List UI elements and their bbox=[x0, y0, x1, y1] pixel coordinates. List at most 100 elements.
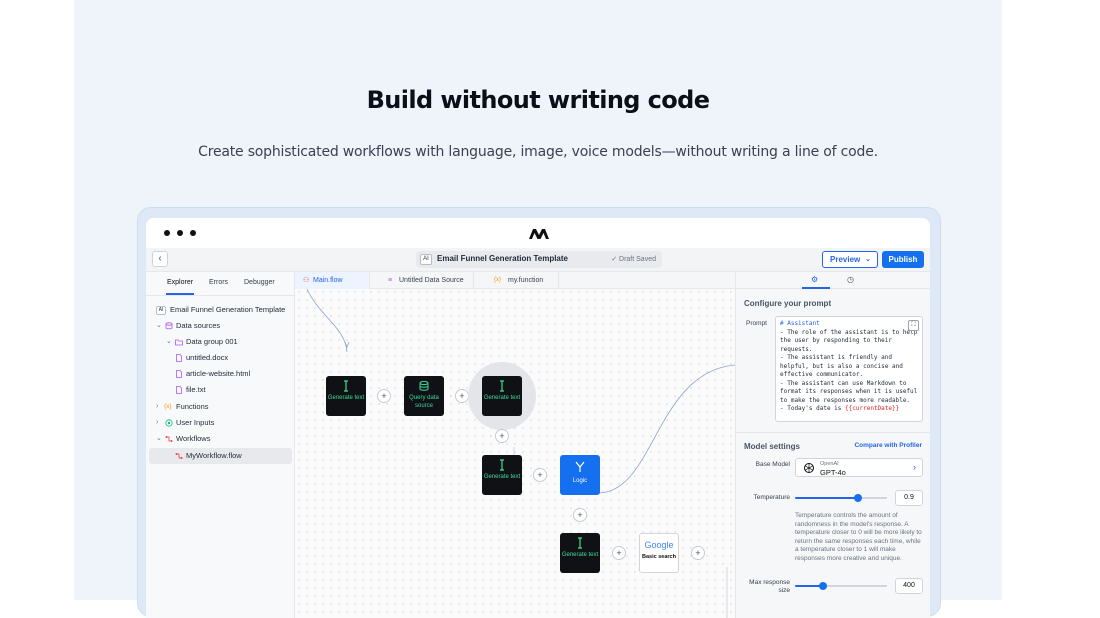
chevron-right-icon[interactable]: › bbox=[156, 415, 158, 431]
tree-item-workflows[interactable]: ⌄ Workflows bbox=[146, 431, 295, 447]
tree-item-data-sources[interactable]: ⌄ Data sources bbox=[146, 318, 295, 334]
tree-item-label: Functions bbox=[176, 402, 209, 411]
sidebar-tabs: Explorer Errors Debugger bbox=[146, 272, 295, 296]
document-icon bbox=[176, 354, 182, 362]
temperature-label: Temperature bbox=[753, 494, 791, 501]
tab-explorer[interactable]: Explorer bbox=[167, 279, 193, 286]
node-generate-text[interactable]: Generate text bbox=[560, 533, 600, 573]
tree-item-file[interactable]: untitled.docx bbox=[146, 350, 295, 366]
base-model-label: Base Model bbox=[755, 461, 790, 468]
document-icon bbox=[176, 386, 182, 394]
clock-icon[interactable]: ◷ bbox=[847, 275, 854, 284]
node-generate-text[interactable]: Generate text bbox=[326, 376, 366, 416]
document-title-pill[interactable]: AI Email Funnel Generation Template ✓ Dr… bbox=[416, 251, 662, 268]
tree-item-my-workflow[interactable]: MyWorkflow.flow bbox=[149, 448, 292, 464]
add-node-button[interactable]: + bbox=[573, 508, 587, 522]
app-window: ‹ AI Email Funnel Generation Template ✓ … bbox=[146, 218, 930, 618]
node-query-data-source[interactable]: Query data source bbox=[404, 376, 444, 416]
node-label: Generate text bbox=[327, 395, 365, 401]
window-dot-icon[interactable] bbox=[164, 230, 170, 236]
tree-item-label: User Inputs bbox=[176, 418, 215, 427]
tree-item-label: untitled.docx bbox=[186, 353, 229, 362]
node-google-search[interactable]: Google Basic search bbox=[639, 533, 679, 573]
add-node-button[interactable]: + bbox=[533, 468, 547, 482]
preview-button[interactable]: Preview ⌄ bbox=[822, 251, 878, 268]
tree-item-functions[interactable]: › {x} Functions bbox=[146, 399, 295, 415]
folder-icon bbox=[175, 339, 183, 346]
prompt-line: - Today's date is {{currentDate}} bbox=[780, 405, 918, 414]
node-label: Logic bbox=[572, 478, 588, 484]
tab-debugger[interactable]: Debugger bbox=[244, 279, 275, 286]
node-generate-text[interactable]: Generate text bbox=[482, 455, 522, 495]
expand-icon[interactable]: ⛶ bbox=[908, 320, 919, 331]
prompt-editor[interactable]: # Assistant - The role of the assistant … bbox=[775, 316, 923, 422]
openai-logo-icon bbox=[804, 463, 814, 473]
chevron-down-icon: ⌄ bbox=[865, 256, 871, 263]
text-cursor-icon bbox=[344, 380, 348, 392]
tree-item-file[interactable]: file.txt bbox=[146, 382, 295, 398]
tree-item-label: Data group 001 bbox=[186, 337, 238, 346]
tree-item-user-inputs[interactable]: › User Inputs bbox=[146, 415, 295, 431]
hero-title: Build without writing code bbox=[366, 86, 710, 114]
workflow-icon bbox=[175, 453, 183, 459]
chevron-right-icon[interactable]: › bbox=[156, 399, 158, 415]
node-label: Query data source bbox=[409, 395, 439, 409]
compare-profiler-link[interactable]: Compare with Profiler bbox=[854, 442, 922, 449]
add-node-button[interactable]: + bbox=[495, 429, 509, 443]
temperature-slider[interactable] bbox=[795, 494, 887, 502]
back-button[interactable]: ‹ bbox=[152, 251, 168, 267]
chevron-down-icon[interactable]: ⌄ bbox=[166, 334, 172, 350]
text-cursor-icon bbox=[500, 380, 504, 392]
branch-icon bbox=[575, 461, 585, 472]
tree-item-template[interactable]: AI Email Funnel Generation Template bbox=[146, 302, 295, 318]
section-divider bbox=[736, 432, 930, 433]
max-response-label: Max response size bbox=[749, 579, 790, 594]
configure-prompt-heading: Configure your prompt bbox=[744, 299, 832, 308]
database-icon bbox=[165, 322, 173, 330]
explorer-sidebar: Explorer Errors Debugger AI Email Funnel… bbox=[146, 272, 295, 618]
tab-errors[interactable]: Errors bbox=[209, 279, 228, 286]
tree-item-label: article-website.html bbox=[186, 369, 251, 378]
add-node-button[interactable]: + bbox=[377, 389, 391, 403]
add-node-button[interactable]: + bbox=[455, 389, 469, 403]
temperature-value-input[interactable]: 0.9 bbox=[895, 490, 923, 506]
tree-item-file[interactable]: article-website.html bbox=[146, 366, 295, 382]
tree-item-data-group[interactable]: ⌄ Data group 001 bbox=[146, 334, 295, 350]
database-icon bbox=[419, 380, 429, 391]
ai-badge-icon: AI bbox=[420, 254, 432, 265]
base-model-select[interactable]: OpenAI GPT-4o › bbox=[795, 458, 923, 477]
google-logo-icon: Google bbox=[644, 540, 674, 550]
window-dot-icon[interactable] bbox=[190, 230, 196, 236]
prompt-line-text: - Today's date is bbox=[780, 405, 846, 412]
slider-thumb[interactable] bbox=[818, 582, 827, 590]
chevron-down-icon[interactable]: ⌄ bbox=[156, 431, 162, 447]
window-titlebar bbox=[146, 218, 930, 248]
document-icon bbox=[176, 370, 182, 378]
chevron-down-icon[interactable]: ⌄ bbox=[156, 318, 162, 334]
prompt-label: Prompt bbox=[746, 320, 767, 327]
temperature-help-text: Temperature controls the amount of rando… bbox=[795, 512, 922, 562]
tree-item-label: file.txt bbox=[186, 385, 206, 394]
add-node-button[interactable]: + bbox=[612, 546, 626, 560]
workflow-icon bbox=[165, 436, 173, 442]
node-generate-text-selected[interactable]: Generate text bbox=[482, 376, 522, 416]
gear-icon[interactable]: ⚙ bbox=[811, 275, 818, 284]
preview-label: Preview bbox=[830, 255, 861, 264]
prompt-line: # Assistant bbox=[780, 320, 820, 327]
chevron-right-icon: › bbox=[913, 462, 916, 472]
publish-button[interactable]: Publish bbox=[882, 251, 924, 268]
node-logic[interactable]: Logic bbox=[560, 455, 600, 495]
user-input-icon bbox=[165, 419, 173, 427]
slider-thumb[interactable] bbox=[853, 494, 862, 502]
prompt-line: - The assistant is friendly and helpful,… bbox=[780, 354, 907, 378]
active-tab-indicator bbox=[166, 293, 194, 295]
max-response-slider[interactable] bbox=[795, 582, 887, 590]
tree-item-label: Workflows bbox=[176, 434, 211, 443]
tree-item-label: Data sources bbox=[176, 321, 221, 330]
window-dot-icon[interactable] bbox=[177, 230, 183, 236]
max-response-value-input[interactable]: 400 bbox=[895, 578, 923, 594]
add-node-button[interactable]: + bbox=[691, 546, 705, 560]
function-icon: {x} bbox=[164, 403, 172, 410]
tree-item-label: MyWorkflow.flow bbox=[186, 451, 242, 460]
prompt-variable: {{currentDate}} bbox=[845, 405, 900, 412]
